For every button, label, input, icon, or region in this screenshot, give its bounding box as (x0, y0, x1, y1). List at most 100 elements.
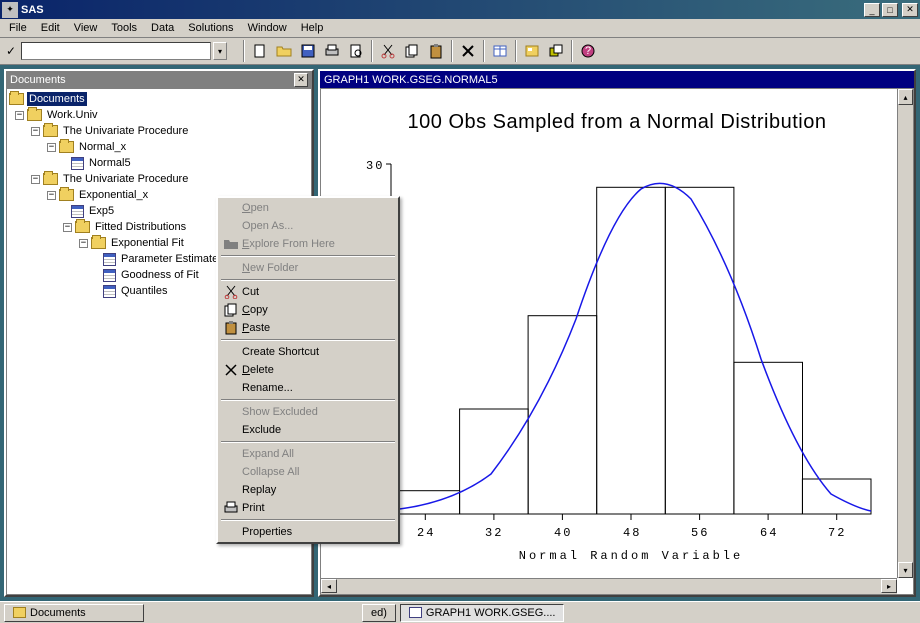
tree-item[interactable]: The Univariate Procedure (61, 172, 190, 186)
submit-check-icon[interactable]: ✓ (3, 43, 19, 59)
context-open: Open (219, 199, 397, 217)
menu-file[interactable]: File (2, 20, 34, 36)
tree-item[interactable]: The Univariate Procedure (61, 124, 190, 138)
collapse-icon[interactable]: − (47, 191, 56, 200)
taskbar-partial[interactable]: ed) (362, 604, 396, 622)
delete-icon (222, 362, 240, 378)
print-icon (222, 500, 240, 516)
main-area: Documents ✕ Documents −Work.Univ −The Un… (0, 65, 920, 601)
menu-help[interactable]: Help (294, 20, 331, 36)
context-replay[interactable]: Replay (219, 481, 397, 499)
layers-icon[interactable] (545, 40, 567, 62)
menu-tools[interactable]: Tools (104, 20, 144, 36)
context-expand-all: Expand All (219, 445, 397, 463)
blank-icon (222, 218, 240, 234)
table-icon[interactable] (489, 40, 511, 62)
blank-icon (222, 464, 240, 480)
tree-item[interactable]: Quantiles (119, 284, 169, 298)
svg-text:56: 56 (691, 526, 709, 540)
context-explore-from-here: Explore From Here (219, 235, 397, 253)
collapse-icon[interactable]: − (79, 239, 88, 248)
horizontal-scrollbar[interactable]: ◂ ▸ (321, 578, 897, 594)
svg-text:24: 24 (417, 526, 435, 540)
menu-edit[interactable]: Edit (34, 20, 67, 36)
vertical-scrollbar[interactable]: ▴ ▾ (897, 89, 913, 578)
tree-item[interactable]: Parameter Estimates (119, 252, 226, 266)
cut-icon (222, 284, 240, 300)
collapse-icon[interactable]: − (31, 175, 40, 184)
menu-data[interactable]: Data (144, 20, 181, 36)
blank-icon (222, 380, 240, 396)
copy-icon[interactable] (401, 40, 423, 62)
collapse-icon[interactable]: − (31, 127, 40, 136)
minimize-button[interactable]: _ (864, 3, 880, 17)
context-exclude[interactable]: Exclude (219, 421, 397, 439)
table-icon (71, 205, 84, 218)
paste-icon (222, 320, 240, 336)
tree-item[interactable]: Exponential Fit (109, 236, 186, 250)
blank-icon (222, 200, 240, 216)
context-copy[interactable]: Copy (219, 301, 397, 319)
context-create-shortcut[interactable]: Create Shortcut (219, 343, 397, 361)
bars (391, 187, 871, 514)
preview-icon[interactable] (345, 40, 367, 62)
scroll-left-icon[interactable]: ◂ (321, 579, 337, 593)
context-properties[interactable]: Properties (219, 523, 397, 541)
blank-icon (222, 404, 240, 420)
maximize-button[interactable]: □ (882, 3, 898, 17)
context-delete[interactable]: Delete (219, 361, 397, 379)
command-input[interactable] (21, 42, 211, 60)
blank-icon (222, 482, 240, 498)
print-icon[interactable] (321, 40, 343, 62)
collapse-icon[interactable]: − (15, 111, 24, 120)
table-icon (103, 285, 116, 298)
context-open-as-: Open As... (219, 217, 397, 235)
cut-icon[interactable] (377, 40, 399, 62)
context-new-folder: New Folder (219, 259, 397, 277)
explorer-icon[interactable] (521, 40, 543, 62)
command-dropdown-icon[interactable]: ▾ (213, 42, 227, 60)
delete-x-icon[interactable] (457, 40, 479, 62)
chart-title: 100 Obs Sampled from a Normal Distributi… (321, 111, 913, 134)
copy-icon (222, 302, 240, 318)
context-print[interactable]: Print (219, 499, 397, 517)
tree-root[interactable]: Documents (27, 92, 87, 106)
tree-item[interactable]: Normal_x (77, 140, 128, 154)
scroll-down-icon[interactable]: ▾ (898, 562, 913, 578)
tree-item[interactable]: Normal5 (87, 156, 133, 170)
context-cut[interactable]: Cut (219, 283, 397, 301)
taskbar-documents[interactable]: Documents (4, 604, 144, 622)
save-icon[interactable] (297, 40, 319, 62)
tree-item[interactable]: Exp5 (87, 204, 116, 218)
chart: 30 24 32 (331, 144, 891, 574)
menu-solutions[interactable]: Solutions (181, 20, 240, 36)
taskbar-graph[interactable]: GRAPH1 WORK.GSEG.... (400, 604, 565, 622)
menu-window[interactable]: Window (241, 20, 294, 36)
paste-icon[interactable] (425, 40, 447, 62)
context-menu: OpenOpen As...Explore From Here New Folde… (216, 196, 400, 544)
menu-view[interactable]: View (67, 20, 105, 36)
collapse-icon[interactable]: − (47, 143, 56, 152)
folder-icon (75, 221, 90, 233)
svg-text:32: 32 (485, 526, 503, 540)
folder-icon (91, 237, 106, 249)
new-icon[interactable] (249, 40, 271, 62)
context-paste[interactable]: Paste (219, 319, 397, 337)
tree-item[interactable]: Work.Univ (45, 108, 100, 122)
y-tick: 30 (366, 159, 384, 173)
documents-close-icon[interactable]: ✕ (294, 73, 308, 87)
svg-text:?: ? (585, 45, 591, 57)
blank-icon (222, 446, 240, 462)
folder-icon (43, 125, 58, 137)
tree-item[interactable]: Exponential_x (77, 188, 150, 202)
tree-item[interactable]: Goodness of Fit (119, 268, 201, 282)
help-icon[interactable]: ? (577, 40, 599, 62)
close-button[interactable]: ✕ (902, 3, 918, 17)
collapse-icon[interactable]: − (63, 223, 72, 232)
scroll-right-icon[interactable]: ▸ (881, 579, 897, 593)
context-rename-[interactable]: Rename... (219, 379, 397, 397)
scroll-up-icon[interactable]: ▴ (898, 89, 913, 105)
context-separator (221, 279, 395, 281)
tree-item[interactable]: Fitted Distributions (93, 220, 188, 234)
open-icon[interactable] (273, 40, 295, 62)
